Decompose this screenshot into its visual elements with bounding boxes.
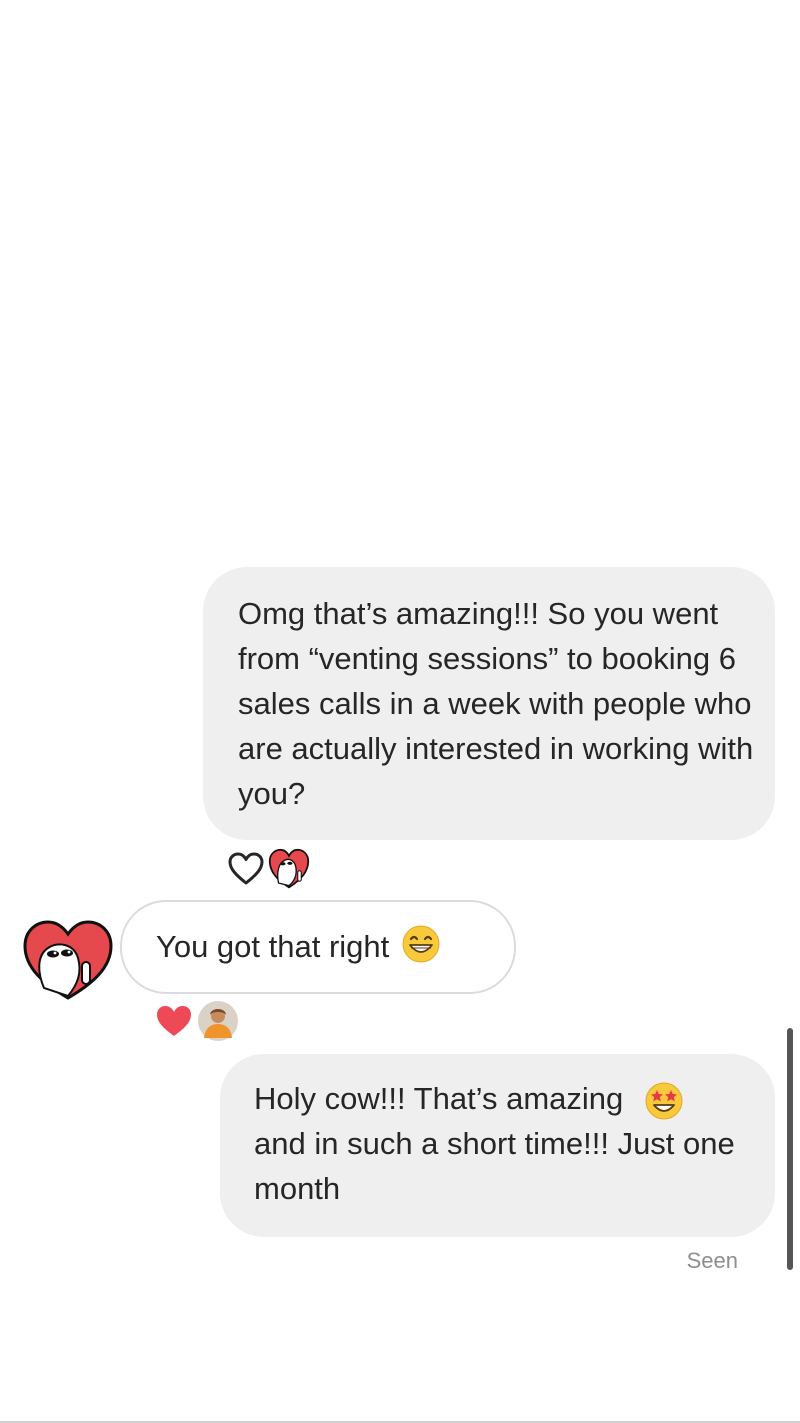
message-text-continued: and in such a short time!!! Just one mon… (254, 1126, 735, 1206)
message-text: Omg that’s amazing!!! So you went from “… (238, 596, 754, 811)
user-photo-avatar (198, 1001, 238, 1041)
heart-filled-icon[interactable] (155, 1004, 193, 1038)
heart-outline-icon[interactable] (228, 852, 264, 886)
message-reactions[interactable] (228, 848, 310, 890)
scrollbar[interactable] (787, 1028, 793, 1270)
seen-indicator: Seen (686, 1248, 738, 1273)
message-reactions[interactable] (155, 1000, 239, 1042)
star-struck-icon (645, 1082, 683, 1120)
sticker-avatar (268, 848, 310, 889)
outgoing-message-bubble[interactable]: Omg that’s amazing!!! So you went from “… (203, 567, 775, 840)
incoming-message-bubble[interactable]: You got that right (120, 900, 516, 994)
message-text: You got that right (156, 929, 390, 964)
outgoing-message-bubble[interactable]: Holy cow!!! That’s amazing and in such a… (220, 1054, 775, 1237)
sender-avatar[interactable] (22, 918, 114, 1002)
message-text: Holy cow!!! That’s amazing (254, 1081, 624, 1116)
grinning-face-icon (402, 925, 440, 963)
